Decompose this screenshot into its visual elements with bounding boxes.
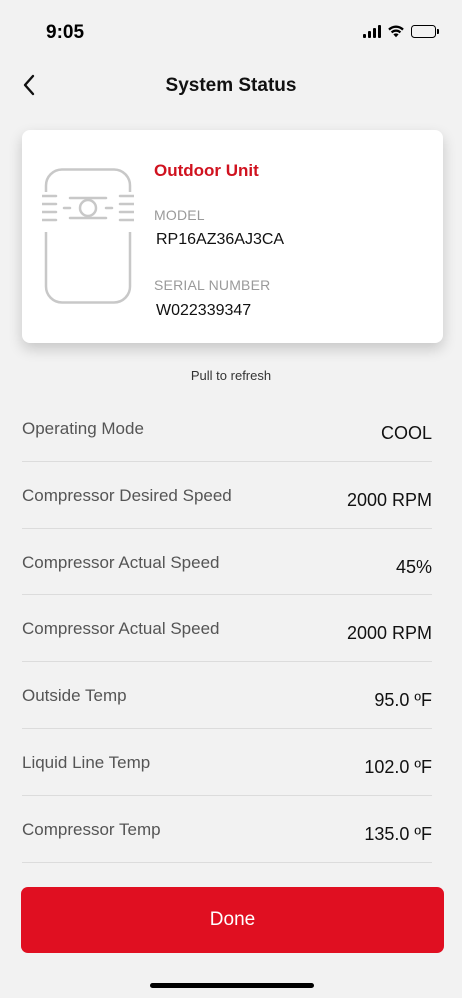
status-row-compressor-actual-speed-rpm: Compressor Actual Speed 2000 RPM xyxy=(22,595,432,663)
row-label: Compressor Temp xyxy=(22,819,161,839)
battery-icon xyxy=(411,24,439,38)
status-row-compressor-temp: Compressor Temp 135.0 ºF xyxy=(22,796,432,863)
row-value: 135.0 ºF xyxy=(364,823,432,844)
row-label: Compressor Actual Speed xyxy=(22,552,220,572)
row-label: Compressor Desired Speed xyxy=(22,485,232,505)
status-list[interactable]: Operating Mode COOL Compressor Desired S… xyxy=(22,395,432,863)
cellular-signal-icon xyxy=(363,24,381,38)
pull-to-refresh-hint: Pull to refresh xyxy=(190,368,272,383)
device-card: Outdoor Unit MODEL RP16AZ36AJ3CA SERIAL … xyxy=(22,130,443,343)
status-icons xyxy=(363,24,439,38)
status-row-operating-mode: Operating Mode COOL xyxy=(22,395,432,462)
status-time: 9:05 xyxy=(46,22,85,43)
status-row-outside-temp: Outside Temp 95.0 ºF xyxy=(22,662,432,729)
row-value: 2000 RPM xyxy=(346,489,432,510)
model-value: RP16AZ36AJ3CA xyxy=(156,231,285,248)
row-value: 95.0 ºF xyxy=(374,690,432,711)
row-value: 45% xyxy=(395,556,432,577)
status-row-compressor-desired-speed: Compressor Desired Speed 2000 RPM xyxy=(22,462,432,529)
done-button[interactable]: Done xyxy=(21,887,444,953)
model-label: MODEL xyxy=(154,207,205,223)
status-row-compressor-actual-speed-percent: Compressor Actual Speed 45% xyxy=(22,529,432,596)
row-label: Outside Temp xyxy=(22,686,127,706)
status-row-liquid-line-temp: Liquid Line Temp 102.0 ºF xyxy=(22,729,432,796)
row-label: Operating Mode xyxy=(22,419,144,438)
wifi-icon xyxy=(388,25,404,38)
row-value: 2000 RPM xyxy=(346,623,432,644)
page-title: System Status xyxy=(165,75,297,96)
row-label: Liquid Line Temp xyxy=(22,752,151,772)
row-value: 102.0 ºF xyxy=(364,756,432,777)
status-bar: 9:05 xyxy=(0,0,462,62)
home-indicator[interactable] xyxy=(150,983,314,988)
row-label: Compressor Actual Speed xyxy=(22,619,220,639)
nav-bar: System Status xyxy=(0,62,462,112)
outdoor-unit-icon xyxy=(42,168,134,304)
serial-number-label: SERIAL NUMBER xyxy=(154,277,271,293)
serial-number-value: W022339347 xyxy=(156,302,252,319)
unit-name: Outdoor Unit xyxy=(154,161,259,180)
row-value: COOL xyxy=(380,423,432,443)
